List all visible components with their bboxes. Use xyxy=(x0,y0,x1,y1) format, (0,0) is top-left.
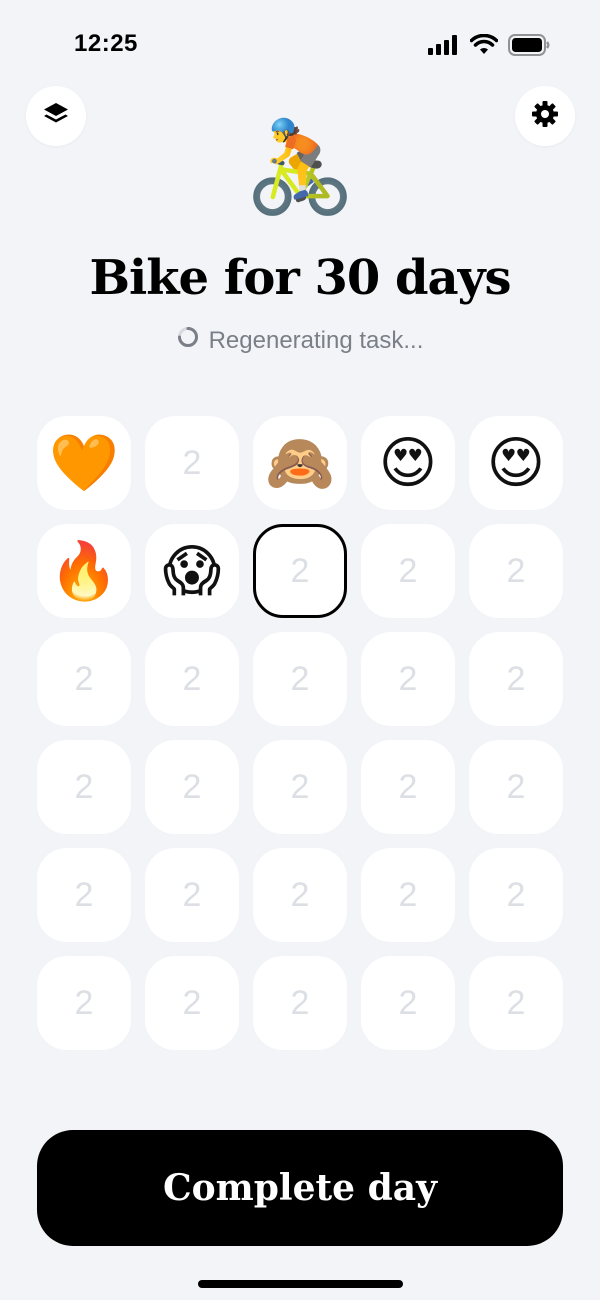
day-placeholder: 2 xyxy=(506,983,526,1022)
day-emoji: 😍 xyxy=(378,431,438,494)
day-placeholder: 2 xyxy=(182,659,202,698)
loading-spinner-icon xyxy=(177,326,199,355)
page-title: Bike for 30 days xyxy=(89,250,511,306)
day-placeholder: 2 xyxy=(290,875,310,914)
day-emoji: 🔥 xyxy=(49,539,119,602)
day-emoji: 🙈 xyxy=(265,431,335,494)
day-cell-current[interactable]: 2 xyxy=(253,524,347,618)
day-cell[interactable]: 2 xyxy=(37,848,131,942)
day-placeholder: 2 xyxy=(398,659,418,698)
day-cell[interactable]: 2 xyxy=(469,740,563,834)
day-emoji: 🧡 xyxy=(49,431,119,494)
day-placeholder: 2 xyxy=(398,767,418,806)
status-time: 12:25 xyxy=(74,30,138,57)
day-cell[interactable]: 2 xyxy=(469,632,563,726)
day-cell[interactable]: 2 xyxy=(469,956,563,1050)
day-emoji: 😱 xyxy=(162,539,222,602)
day-grid: 🧡 2 🙈 😍 😍 🔥 😱 2 2 2 2 2 2 2 2 2 2 2 2 2 2 2 2 2 2 2 2 2 2 2 xyxy=(37,416,563,1050)
day-placeholder: 2 xyxy=(398,551,418,590)
day-cell[interactable]: 2 xyxy=(253,848,347,942)
day-placeholder: 2 xyxy=(506,767,526,806)
day-placeholder: 2 xyxy=(74,767,94,806)
day-cell[interactable]: 2 xyxy=(469,524,563,618)
day-placeholder: 2 xyxy=(182,875,202,914)
day-cell[interactable]: 2 xyxy=(361,956,455,1050)
wifi-icon xyxy=(469,33,499,61)
day-cell[interactable]: 2 xyxy=(253,956,347,1050)
battery-icon xyxy=(508,34,550,61)
day-cell[interactable]: 2 xyxy=(361,524,455,618)
day-cell[interactable]: 😱 xyxy=(145,524,239,618)
day-cell[interactable]: 2 xyxy=(145,416,239,510)
regenerating-text: Regenerating task... xyxy=(208,326,424,354)
day-cell[interactable]: 😍 xyxy=(469,416,563,510)
day-placeholder: 2 xyxy=(182,443,202,482)
day-cell[interactable]: 😍 xyxy=(361,416,455,510)
day-cell[interactable]: 2 xyxy=(361,632,455,726)
day-cell[interactable]: 🔥 xyxy=(37,524,131,618)
day-cell[interactable]: 2 xyxy=(253,740,347,834)
regenerating-status: Regenerating task... xyxy=(0,326,600,355)
day-placeholder: 2 xyxy=(290,983,310,1022)
day-cell[interactable]: 🧡 xyxy=(37,416,131,510)
home-indicator xyxy=(198,1280,403,1288)
day-cell[interactable]: 2 xyxy=(145,632,239,726)
day-placeholder: 2 xyxy=(290,659,310,698)
day-placeholder: 2 xyxy=(506,659,526,698)
day-cell[interactable]: 2 xyxy=(361,848,455,942)
day-placeholder: 2 xyxy=(182,983,202,1022)
day-cell[interactable]: 2 xyxy=(145,956,239,1050)
day-placeholder: 2 xyxy=(398,875,418,914)
day-cell[interactable]: 2 xyxy=(37,956,131,1050)
day-cell[interactable]: 2 xyxy=(145,848,239,942)
complete-day-button[interactable]: Complete day xyxy=(37,1130,563,1246)
hero-emoji: 🚴 xyxy=(243,118,357,218)
day-placeholder: 2 xyxy=(74,983,94,1022)
day-emoji: 😍 xyxy=(486,431,546,494)
day-placeholder: 2 xyxy=(290,551,310,590)
status-icons xyxy=(428,33,550,61)
day-cell[interactable]: 2 xyxy=(37,740,131,834)
day-placeholder: 2 xyxy=(506,551,526,590)
day-cell[interactable]: 2 xyxy=(37,632,131,726)
day-placeholder: 2 xyxy=(506,875,526,914)
day-cell[interactable]: 2 xyxy=(361,740,455,834)
cellular-signal-icon xyxy=(428,35,460,60)
day-placeholder: 2 xyxy=(182,767,202,806)
day-placeholder: 2 xyxy=(74,875,94,914)
day-cell[interactable]: 2 xyxy=(469,848,563,942)
day-cell[interactable]: 🙈 xyxy=(253,416,347,510)
day-placeholder: 2 xyxy=(74,659,94,698)
day-placeholder: 2 xyxy=(398,983,418,1022)
status-bar: 12:25 xyxy=(0,0,600,90)
day-placeholder: 2 xyxy=(290,767,310,806)
day-cell[interactable]: 2 xyxy=(145,740,239,834)
day-cell[interactable]: 2 xyxy=(253,632,347,726)
